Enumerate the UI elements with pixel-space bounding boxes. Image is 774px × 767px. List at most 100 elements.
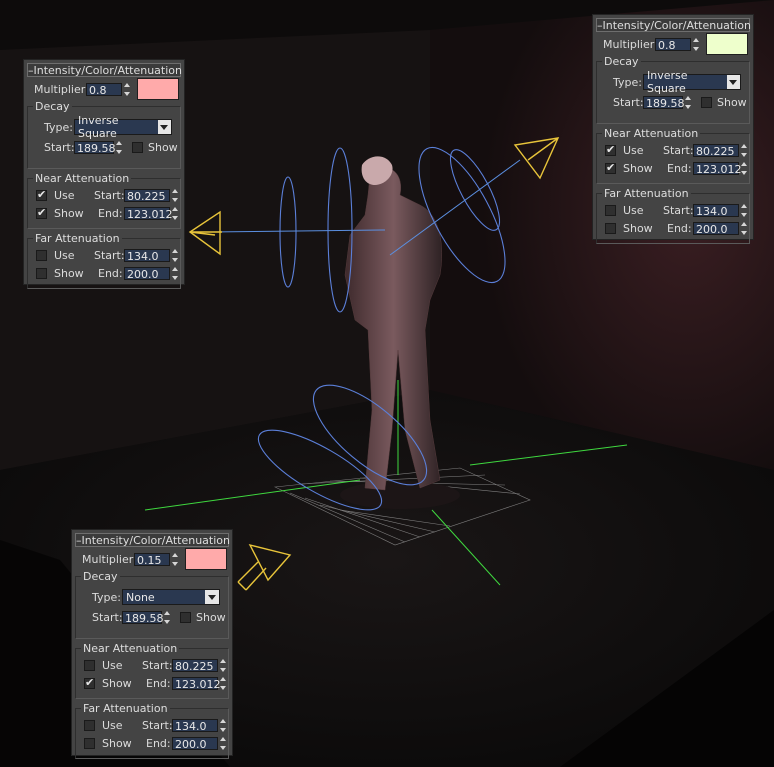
- decay-show-checkbox[interactable]: [132, 141, 143, 154]
- multiplier-spinner[interactable]: 0.8: [86, 82, 131, 97]
- far-use-label: Use: [623, 203, 644, 217]
- rollout-header[interactable]: – Intensity/Color/Attenuation: [75, 533, 230, 547]
- decay-show-label: Show: [196, 610, 226, 624]
- near-use-checkbox[interactable]: ✔: [36, 188, 47, 202]
- far-show-checkbox[interactable]: [605, 222, 616, 235]
- near-start-spinner[interactable]: 80.225: [124, 188, 179, 203]
- far-end-spinner[interactable]: 200.0: [693, 221, 748, 236]
- multiplier-spinner[interactable]: 0.8: [655, 37, 700, 52]
- spinner-arrows-icon[interactable]: [219, 736, 227, 750]
- far-start-input[interactable]: 134.0: [693, 203, 739, 218]
- color-swatch[interactable]: [706, 33, 748, 55]
- spinner-arrows-icon[interactable]: [740, 221, 748, 235]
- spinner-arrows-icon[interactable]: [219, 718, 227, 732]
- near-end-spinner[interactable]: 123.012: [172, 676, 227, 691]
- near-end-spinner[interactable]: 123.012: [124, 206, 179, 221]
- spinner-arrows-icon[interactable]: [219, 658, 227, 672]
- near-start-label: Start:: [663, 143, 694, 157]
- near-end-input[interactable]: 123.012: [172, 676, 221, 691]
- decay-group: Decay Type: Inverse Square Start: 189.58…: [27, 100, 181, 169]
- decay-type-dropdown[interactable]: Inverse Square: [74, 114, 172, 140]
- far-end-input[interactable]: 200.0: [172, 736, 218, 751]
- multiplier-input[interactable]: 0.8: [655, 37, 691, 52]
- decay-show-checkbox[interactable]: [180, 611, 191, 624]
- decay-show-checkbox[interactable]: [701, 96, 712, 109]
- near-end-spinner[interactable]: 123.012: [693, 161, 748, 176]
- near-start-input[interactable]: 80.225: [693, 143, 739, 158]
- far-show-checkbox[interactable]: [84, 737, 95, 750]
- near-use-checkbox[interactable]: [84, 659, 95, 672]
- type-label: Type:: [613, 75, 642, 89]
- decay-type-dropdown[interactable]: None: [122, 589, 220, 605]
- near-show-label: Show: [54, 206, 84, 220]
- far-end-spinner[interactable]: 200.0: [172, 736, 227, 751]
- rollout-title: Intensity/Color/Attenuation: [33, 63, 183, 77]
- multiplier-input[interactable]: 0.15: [134, 552, 170, 567]
- near-end-input[interactable]: 123.012: [124, 206, 173, 221]
- near-start-spinner[interactable]: 80.225: [172, 658, 227, 673]
- spinner-arrows-icon[interactable]: [163, 610, 171, 624]
- chevron-down-icon[interactable]: [726, 75, 740, 89]
- near-use-label: Use: [54, 188, 75, 202]
- far-end-input[interactable]: 200.0: [693, 221, 739, 236]
- decay-start-spinner[interactable]: 189.58: [643, 95, 692, 110]
- attenuation-panel-right: – Intensity/Color/Attenuation Multiplier…: [592, 14, 754, 244]
- spinner-arrows-icon[interactable]: [123, 82, 131, 96]
- far-start-spinner[interactable]: 134.0: [693, 203, 748, 218]
- decay-type-value: Inverse Square: [78, 114, 119, 140]
- rollout-header[interactable]: – Intensity/Color/Attenuation: [596, 18, 751, 32]
- far-start-label: Start:: [663, 203, 694, 217]
- multiplier-label: Multiplier:: [82, 552, 137, 566]
- decay-start-input[interactable]: 189.58: [122, 610, 164, 625]
- spinner-arrows-icon[interactable]: [171, 188, 179, 202]
- far-attenuation-title: Far Attenuation: [33, 232, 122, 245]
- spinner-arrows-icon[interactable]: [740, 143, 748, 157]
- near-show-checkbox[interactable]: ✔: [36, 206, 47, 220]
- spinner-arrows-icon[interactable]: [740, 161, 748, 175]
- far-show-label: Show: [54, 266, 84, 280]
- near-start-input[interactable]: 80.225: [124, 188, 170, 203]
- spinner-arrows-icon[interactable]: [171, 266, 179, 280]
- near-start-spinner[interactable]: 80.225: [693, 143, 748, 158]
- far-use-checkbox[interactable]: [84, 719, 95, 732]
- far-use-checkbox[interactable]: [36, 249, 47, 262]
- far-start-spinner[interactable]: 134.0: [124, 248, 179, 263]
- spinner-arrows-icon[interactable]: [740, 203, 748, 217]
- near-end-input[interactable]: 123.012: [693, 161, 742, 176]
- near-show-label: Show: [623, 161, 653, 175]
- spinner-arrows-icon[interactable]: [171, 552, 179, 566]
- spinner-arrows-icon[interactable]: [692, 37, 700, 51]
- far-start-input[interactable]: 134.0: [124, 248, 170, 263]
- spinner-arrows-icon[interactable]: [219, 676, 227, 690]
- chevron-down-icon[interactable]: [157, 120, 171, 134]
- near-start-input[interactable]: 80.225: [172, 658, 218, 673]
- spinner-arrows-icon[interactable]: [171, 206, 179, 220]
- rollout-header[interactable]: – Intensity/Color/Attenuation: [27, 63, 183, 77]
- far-start-spinner[interactable]: 134.0: [172, 718, 227, 733]
- near-end-label: End:: [667, 161, 692, 175]
- decay-start-input[interactable]: 189.58: [74, 140, 116, 155]
- near-show-checkbox[interactable]: ✔: [605, 161, 616, 175]
- far-attenuation-title: Far Attenuation: [81, 702, 170, 715]
- far-use-checkbox[interactable]: [605, 204, 616, 217]
- multiplier-spinner[interactable]: 0.15: [134, 552, 179, 567]
- near-show-checkbox[interactable]: ✔: [84, 676, 95, 690]
- near-attenuation-group: Near Attenuation Use Start: 80.225 ✔ Sho…: [75, 642, 229, 699]
- spinner-arrows-icon[interactable]: [171, 248, 179, 262]
- decay-start-input[interactable]: 189.58: [643, 95, 685, 110]
- far-end-spinner[interactable]: 200.0: [124, 266, 179, 281]
- decay-start-spinner[interactable]: 189.58: [74, 140, 123, 155]
- near-use-checkbox[interactable]: ✔: [605, 143, 616, 157]
- decay-type-dropdown[interactable]: Inverse Square: [643, 69, 741, 95]
- far-attenuation-title: Far Attenuation: [602, 187, 691, 200]
- decay-start-spinner[interactable]: 189.58: [122, 610, 171, 625]
- far-show-checkbox[interactable]: [36, 267, 47, 280]
- color-swatch[interactable]: [137, 78, 179, 100]
- spinner-arrows-icon[interactable]: [115, 140, 123, 154]
- color-swatch[interactable]: [185, 548, 227, 570]
- chevron-down-icon[interactable]: [205, 590, 219, 604]
- multiplier-input[interactable]: 0.8: [86, 82, 122, 97]
- far-start-input[interactable]: 134.0: [172, 718, 218, 733]
- far-end-input[interactable]: 200.0: [124, 266, 170, 281]
- spinner-arrows-icon[interactable]: [684, 95, 692, 109]
